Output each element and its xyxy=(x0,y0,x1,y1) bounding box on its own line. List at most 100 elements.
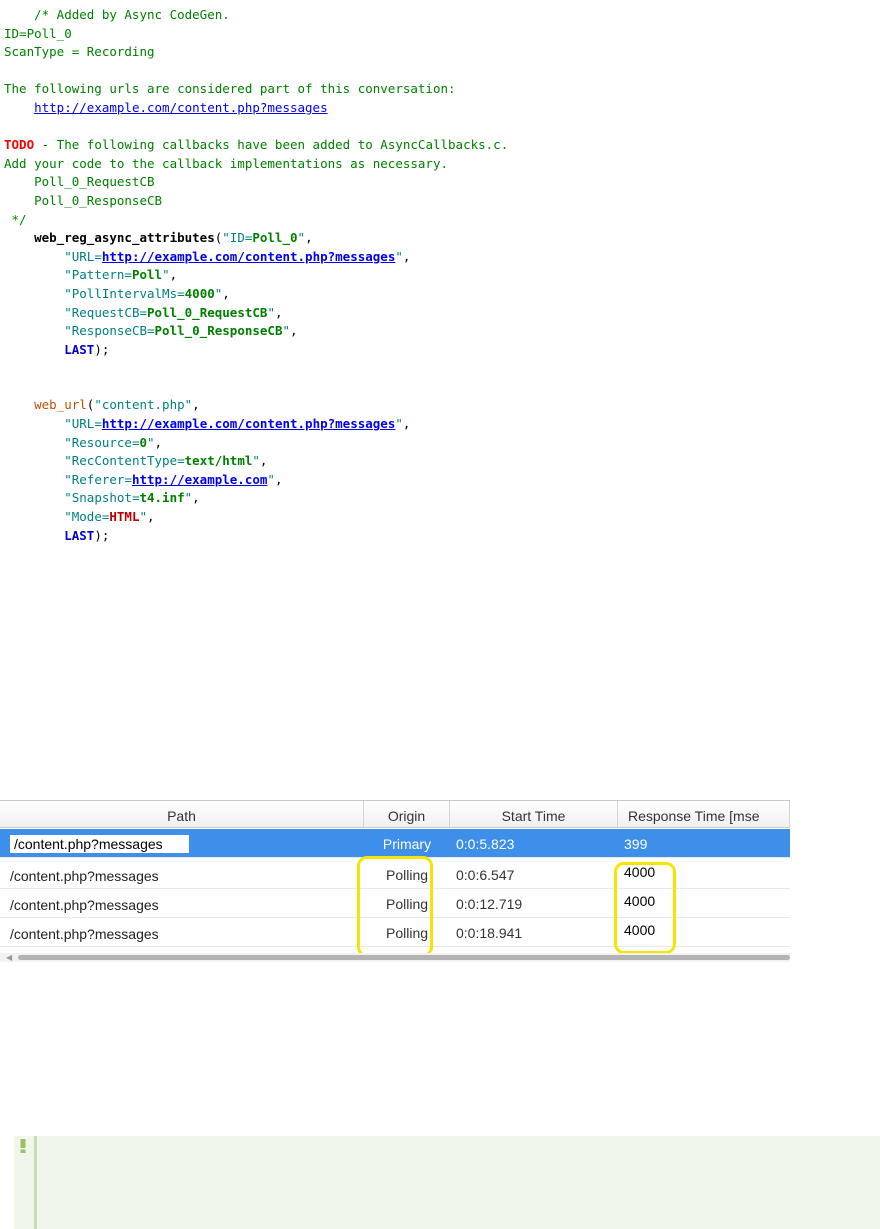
code-token: /* Added by Async CodeGen. xyxy=(4,7,230,22)
note-accent-bar xyxy=(34,1136,37,1229)
code-token: Poll_0_ResponseCB xyxy=(154,323,283,339)
code-token: , xyxy=(147,509,155,525)
code-token: "ResponseCB= xyxy=(64,323,155,339)
code-token: "Mode= xyxy=(64,509,110,525)
scrollbar-thumb[interactable] xyxy=(18,955,790,960)
code-line: "RecContentType=text/html", xyxy=(4,452,508,471)
code-token: , xyxy=(274,304,283,320)
start-time-cell: 0:0:12.719 xyxy=(456,896,523,912)
scroll-left-icon[interactable]: ◀ xyxy=(6,953,12,962)
code-token: , xyxy=(192,490,200,506)
code-token: The following urls are considered part o… xyxy=(4,81,456,97)
code-token: , xyxy=(169,267,178,283)
code-token: t4.inf xyxy=(139,490,185,506)
code-url-link[interactable]: http://example.com/content.php?messages xyxy=(34,100,328,115)
code-token: HTML xyxy=(109,509,140,525)
code-url-link[interactable]: http://example.com xyxy=(132,472,267,487)
code-token: ID=Poll_0 xyxy=(4,25,72,41)
requests-grid: Path Origin Start Time Response Time [ms… xyxy=(0,800,790,962)
horizontal-scrollbar[interactable]: ◀ xyxy=(0,953,790,962)
code-token: ); xyxy=(94,341,110,357)
table-row[interactable]: /content.php?messages Primary 0:0:5.823 … xyxy=(0,829,790,858)
code-line: Add your code to the callback implementa… xyxy=(4,155,508,174)
code-token: , xyxy=(192,397,200,413)
column-header-path[interactable]: Path xyxy=(0,801,364,827)
code-line: "URL=http://example.com/content.php?mess… xyxy=(4,415,508,434)
code-token: " xyxy=(139,509,148,525)
code-token: web_url xyxy=(34,397,87,413)
code-token: " xyxy=(395,248,403,264)
code-listing: /* Added by Async CodeGen. ID=Poll_0 ScanT… xyxy=(4,6,508,545)
code-line: ScanType = Recording xyxy=(4,43,508,62)
code-line: /* Added by Async CodeGen. xyxy=(4,6,508,25)
code-token: "RequestCB= xyxy=(64,304,148,320)
code-line: "RequestCB=Poll_0_RequestCB", xyxy=(4,304,508,323)
code-line: "Referer=http://example.com", xyxy=(4,471,508,490)
code-token: " xyxy=(267,471,275,487)
code-token: web_reg_async_attributes xyxy=(34,230,215,246)
code-token: Poll_0 xyxy=(252,230,298,246)
code-line: LAST); xyxy=(4,341,508,360)
origin-cell: Primary xyxy=(382,836,432,852)
code-line: web_url("content.php", xyxy=(4,396,508,415)
code-token: Poll xyxy=(131,267,163,283)
column-header-response-time[interactable]: Response Time [mse xyxy=(618,801,790,827)
path-cell: /content.php?messages xyxy=(10,926,159,942)
code-token: Add your code to the callback implementa… xyxy=(4,155,449,171)
code-url-link[interactable]: http://example.com/content.php?messages xyxy=(102,249,396,264)
path-cell-editor[interactable]: /content.php?messages xyxy=(10,835,189,853)
code-token: "Snapshot= xyxy=(64,490,140,506)
note-box xyxy=(14,1136,880,1229)
path-cell: /content.php?messages xyxy=(10,868,159,884)
code-token: - The following callbacks have been adde… xyxy=(34,137,509,153)
code-token: , xyxy=(154,434,163,450)
response-time-highlight xyxy=(614,862,676,954)
column-header-origin[interactable]: Origin xyxy=(364,801,450,827)
code-line: "Snapshot=t4.inf", xyxy=(4,489,508,508)
code-token: */ xyxy=(4,211,27,227)
code-token: "PollIntervalMs= xyxy=(64,285,185,301)
grid-header: Path Origin Start Time Response Time [ms… xyxy=(0,800,790,828)
start-time-cell: 0:0:18.941 xyxy=(456,925,523,941)
code-token: " xyxy=(297,230,306,246)
code-token: "content.php" xyxy=(94,397,193,413)
code-token: , xyxy=(402,248,411,264)
code-line: "PollIntervalMs=4000", xyxy=(4,285,508,304)
response-time-cell: 399 xyxy=(624,836,648,852)
code-line: TODO - The following callbacks have been… xyxy=(4,136,508,155)
code-token: "Pattern= xyxy=(64,267,132,283)
code-token: " xyxy=(147,434,155,450)
code-line: ID=Poll_0 xyxy=(4,25,508,44)
exclamation-icon xyxy=(20,1139,26,1153)
code-line: "Pattern=Poll", xyxy=(4,266,508,285)
code-token: 4000 xyxy=(184,285,215,301)
code-token: LAST xyxy=(64,527,95,543)
code-token: , xyxy=(274,471,283,487)
code-token: , xyxy=(259,453,268,469)
code-line: */ xyxy=(4,211,508,230)
origin-highlight xyxy=(357,856,433,957)
column-header-start-time[interactable]: Start Time xyxy=(450,801,618,827)
code-token: Poll_0_RequestCB xyxy=(147,304,268,320)
code-token: "ID= xyxy=(222,230,253,246)
code-token: TODO xyxy=(4,137,35,153)
code-token: Poll_0_ResponseCB xyxy=(4,192,163,208)
code-token: , xyxy=(402,416,411,432)
code-token: "Resource= xyxy=(64,434,140,450)
code-token: "RecContentType= xyxy=(64,453,185,469)
code-token: , xyxy=(222,285,230,301)
code-url-link[interactable]: http://example.com/content.php?messages xyxy=(102,416,396,431)
